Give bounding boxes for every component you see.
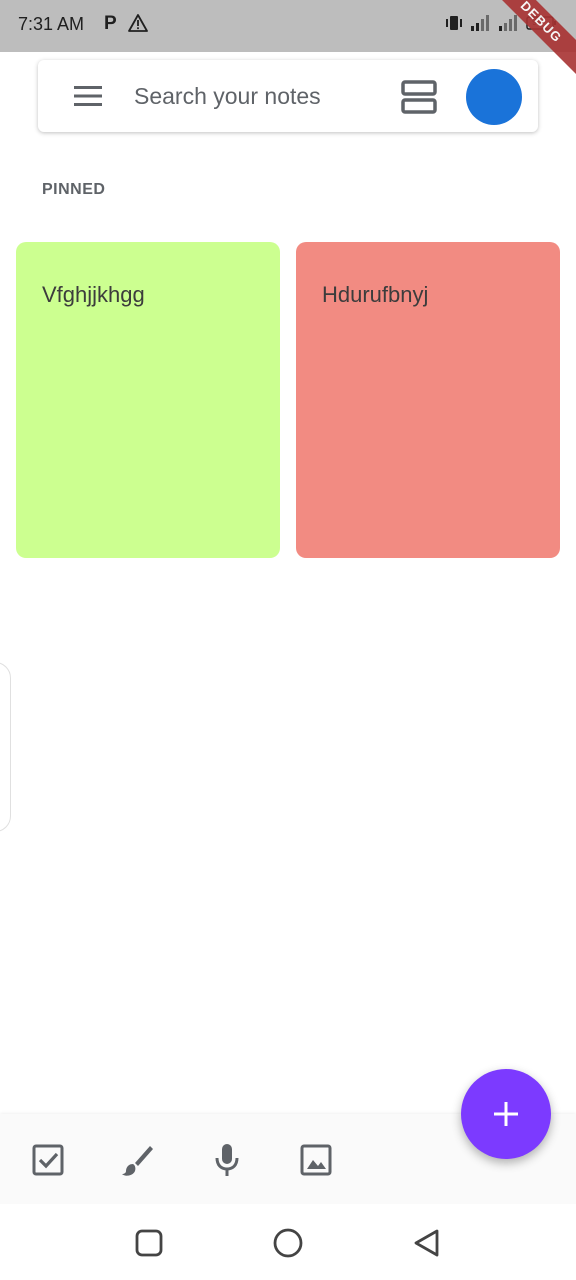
edge-panel-handle[interactable] bbox=[0, 662, 11, 832]
image-icon bbox=[300, 1144, 332, 1176]
mic-icon bbox=[215, 1144, 239, 1176]
avatar[interactable] bbox=[466, 69, 522, 125]
list-view-icon bbox=[401, 80, 437, 114]
voice-note-button[interactable] bbox=[207, 1140, 247, 1180]
parking-indicator: P bbox=[104, 13, 117, 34]
search-bar bbox=[38, 60, 538, 132]
note-card[interactable]: Hdurufbnyj bbox=[296, 242, 560, 558]
status-bar: 7:31 AM P DEBUG bbox=[0, 0, 576, 84]
note-card[interactable]: Vfghjjkhgg bbox=[16, 242, 280, 558]
signal-icon bbox=[470, 14, 492, 32]
vibrate-icon bbox=[444, 14, 464, 32]
view-toggle-button[interactable] bbox=[401, 80, 437, 114]
back-button[interactable] bbox=[410, 1226, 444, 1260]
plus-icon bbox=[494, 1102, 518, 1126]
recents-icon bbox=[135, 1229, 163, 1257]
signal-icon-2 bbox=[498, 14, 520, 32]
status-time: 7:31 AM bbox=[18, 14, 85, 34]
note-title: Vfghjjkhgg bbox=[42, 282, 145, 307]
checkbox-icon bbox=[32, 1144, 64, 1176]
screen: 7:31 AM P DEBUG Search your notes PINNED… bbox=[0, 0, 576, 1280]
pinned-section-label: PINNED bbox=[42, 181, 106, 198]
home-icon bbox=[273, 1228, 303, 1258]
search-input[interactable] bbox=[134, 80, 374, 112]
menu-button[interactable] bbox=[72, 84, 104, 108]
recents-button[interactable] bbox=[132, 1226, 166, 1260]
home-button[interactable] bbox=[271, 1226, 305, 1260]
image-note-button[interactable] bbox=[296, 1140, 336, 1180]
back-icon bbox=[414, 1229, 439, 1257]
add-note-fab[interactable] bbox=[461, 1069, 551, 1159]
warning-icon bbox=[128, 14, 148, 37]
system-nav-bar bbox=[0, 1204, 576, 1280]
note-title: Hdurufbnyj bbox=[322, 282, 429, 307]
menu-icon bbox=[74, 86, 102, 106]
new-checklist-button[interactable] bbox=[28, 1140, 68, 1180]
new-drawing-button[interactable] bbox=[117, 1140, 157, 1180]
brush-icon bbox=[122, 1146, 153, 1176]
